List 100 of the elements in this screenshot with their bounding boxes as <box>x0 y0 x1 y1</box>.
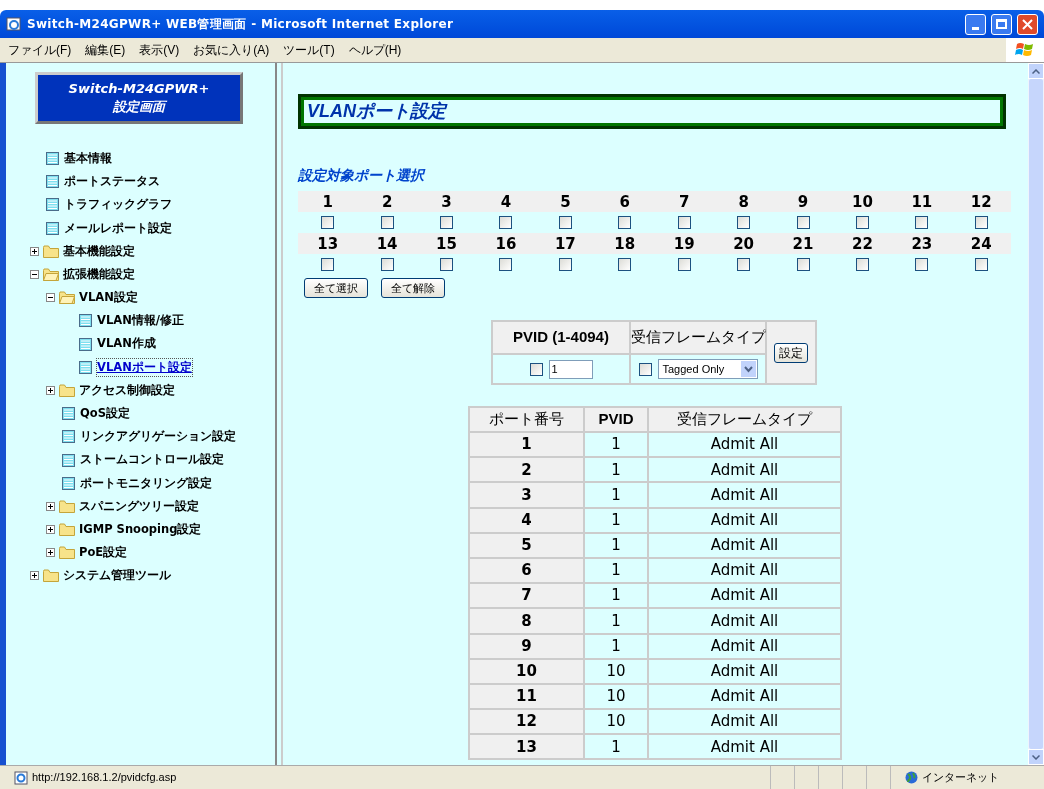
frame-type-dropdown[interactable]: Tagged Only <box>657 359 758 379</box>
tree-item[interactable]: PoE設定 <box>79 544 128 562</box>
pvid-checkbox[interactable] <box>529 362 543 376</box>
port-checkbox[interactable] <box>440 216 454 229</box>
port-checkbox[interactable] <box>558 216 572 229</box>
port-checkbox[interactable] <box>677 258 691 271</box>
tree-item[interactable]: スパニングツリー設定 <box>79 497 199 516</box>
port-checkbox[interactable] <box>855 216 869 229</box>
table-cell: Admit All <box>648 633 841 659</box>
table-cell: Admit All <box>648 507 841 533</box>
select-button[interactable]: 全て選択 <box>304 278 368 298</box>
port-checkbox[interactable] <box>915 258 929 271</box>
tree-item[interactable]: トラフィックグラフ <box>64 196 172 214</box>
section-title: 設定対象ポート選択 <box>298 166 427 185</box>
tree-item[interactable]: アクセス制御設定 <box>79 381 175 400</box>
logo-text: Switch-M24GPWR+ <box>68 80 210 98</box>
port-checkbox[interactable] <box>737 216 751 229</box>
security-zone: インターネット <box>922 770 999 786</box>
page-icon <box>46 175 59 189</box>
table-cell: Admit All <box>648 683 841 710</box>
port-number: 18 <box>613 234 637 255</box>
plus-box-icon[interactable] <box>46 501 55 511</box>
close-button[interactable] <box>1017 13 1038 35</box>
port-checkbox[interactable] <box>499 258 513 271</box>
tree-item[interactable]: 拡張機能設定 <box>63 265 135 284</box>
port-checkbox[interactable] <box>558 258 572 271</box>
port-number: 10 <box>851 192 874 213</box>
port-checkbox[interactable] <box>499 216 513 229</box>
menu-item[interactable]: ヘルプ(H) <box>348 41 402 59</box>
port-checkbox[interactable] <box>974 258 988 271</box>
column-header: 受信フレームタイプ <box>630 321 766 354</box>
port-checkbox[interactable] <box>677 216 691 229</box>
port-number: 11 <box>910 192 934 213</box>
port-checkbox[interactable] <box>796 216 810 229</box>
port-number: 6 <box>618 192 631 213</box>
pvid-input[interactable]: 1 <box>548 359 593 379</box>
tree-item[interactable]: リンクアグリゲーション設定 <box>80 428 236 446</box>
plus-box-icon[interactable] <box>30 571 39 581</box>
menu-item[interactable]: ツール(T) <box>283 41 335 59</box>
submit-button[interactable]: 設定 <box>774 342 808 363</box>
maximize-button[interactable] <box>991 13 1012 35</box>
port-checkbox[interactable] <box>618 258 632 271</box>
minimize-button[interactable] <box>965 13 986 35</box>
port-checkbox[interactable] <box>380 216 394 229</box>
port-checkbox[interactable] <box>855 258 869 271</box>
browser-icon <box>6 16 22 32</box>
frame-type-checkbox[interactable] <box>638 362 652 376</box>
port-number: 2 <box>380 192 394 213</box>
menu-item[interactable]: 表示(V) <box>139 41 180 59</box>
menu-item[interactable]: お気に入り(A) <box>193 41 270 59</box>
tree-item[interactable]: VLAN情報/修正 <box>97 312 184 330</box>
scroll-up-icon[interactable] <box>1032 68 1040 74</box>
port-checkbox[interactable] <box>440 258 454 271</box>
tree-item[interactable]: VLANポート設定 <box>97 358 192 376</box>
tree-item[interactable]: QoS設定 <box>80 405 130 423</box>
select-button[interactable]: 全て解除 <box>381 278 445 298</box>
tree-item[interactable]: システム管理ツール <box>63 567 171 585</box>
plus-box-icon[interactable] <box>30 246 39 256</box>
tree-item[interactable]: メールレポート設定 <box>64 219 172 237</box>
table-cell: 10 <box>584 658 648 684</box>
logo-banner[interactable]: Switch-M24GPWR+ 設定画面 <box>35 72 243 124</box>
tree-item[interactable]: VLAN設定 <box>79 289 138 307</box>
folder-icon <box>59 499 75 513</box>
tree-item[interactable]: ストームコントロール設定 <box>80 451 224 469</box>
port-number: 8 <box>737 192 750 213</box>
column-header: PVID <box>584 407 648 432</box>
port-number: 24 <box>969 234 993 255</box>
page-icon <box>46 198 59 212</box>
scroll-down-icon[interactable] <box>1032 754 1040 760</box>
port-number: 19 <box>672 234 696 255</box>
menu-item[interactable]: ファイル(F) <box>8 41 72 59</box>
tree-item[interactable]: VLAN作成 <box>97 335 156 353</box>
port-checkbox[interactable] <box>915 216 929 229</box>
plus-box-icon[interactable] <box>46 548 55 558</box>
table-cell: Admit All <box>648 658 841 684</box>
page-icon <box>79 314 92 328</box>
tree-item[interactable]: ポートモニタリング設定 <box>80 474 212 492</box>
tree-item[interactable]: 基本機能設定 <box>63 242 135 260</box>
minus-box-icon[interactable] <box>46 293 55 303</box>
port-checkbox[interactable] <box>321 258 335 271</box>
table-cell: 8 <box>469 608 584 634</box>
table-cell: 1 <box>584 457 648 483</box>
menu-item[interactable]: 編集(E) <box>85 41 126 59</box>
tree-item[interactable]: IGMP Snooping設定 <box>79 520 202 539</box>
scrollbar[interactable] <box>1028 63 1044 765</box>
plus-box-icon[interactable] <box>46 385 55 395</box>
port-checkbox[interactable] <box>974 216 988 229</box>
tree-item[interactable]: 基本情報 <box>64 149 112 168</box>
table-cell: Admit All <box>648 583 841 609</box>
logo-text: 設定画面 <box>113 98 165 116</box>
page-icon <box>46 221 59 235</box>
table-cell: Admit All <box>648 608 841 634</box>
port-checkbox[interactable] <box>321 216 335 229</box>
port-checkbox[interactable] <box>737 258 751 271</box>
port-checkbox[interactable] <box>380 258 394 271</box>
minus-box-icon[interactable] <box>30 270 39 280</box>
port-checkbox[interactable] <box>618 216 632 229</box>
port-checkbox[interactable] <box>796 258 810 271</box>
tree-item[interactable]: ポートステータス <box>64 173 160 191</box>
plus-box-icon[interactable] <box>46 525 55 535</box>
